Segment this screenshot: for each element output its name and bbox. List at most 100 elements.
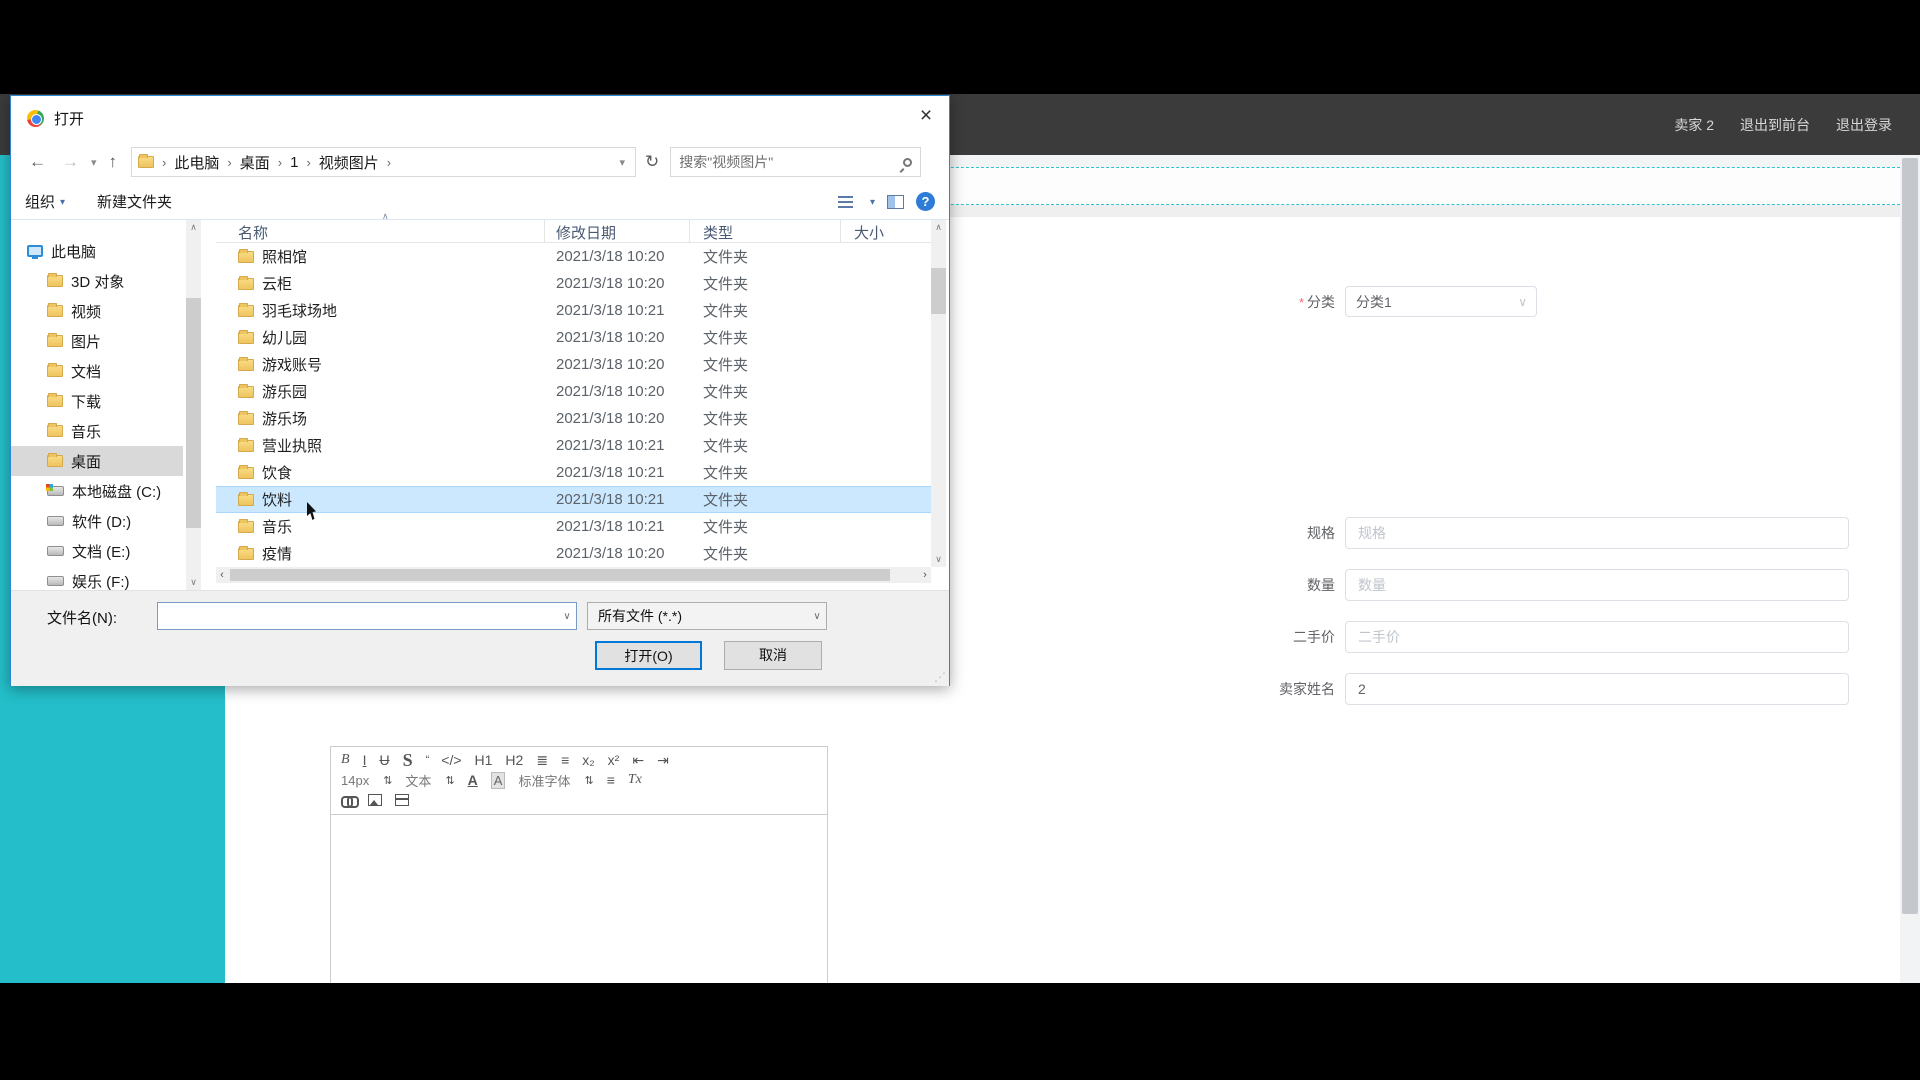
exit-to-front-link[interactable]: 退出到前台 [1740, 115, 1810, 135]
column-name[interactable]: 名称 [238, 222, 268, 243]
scroll-up-icon[interactable]: ∧ [931, 220, 946, 235]
file-row[interactable]: 游乐场 2021/3/18 10:20 文件夹 [216, 405, 931, 432]
field-input[interactable] [1345, 569, 1849, 601]
breadcrumb-item[interactable]: 1 [290, 154, 298, 171]
sidebar-item[interactable]: 3D 对象 [11, 266, 183, 296]
file-row[interactable]: 羽毛球场地 2021/3/18 10:21 文件夹 [216, 297, 931, 324]
editor-format-button[interactable]: H1 [475, 751, 493, 769]
breadcrumb-item[interactable]: 此电脑 [174, 152, 219, 173]
file-row[interactable]: 照相馆 2021/3/18 10:20 文件夹 [216, 243, 931, 270]
text-color-button[interactable]: A [468, 772, 478, 788]
editor-format-button[interactable]: </> [441, 751, 461, 769]
editor-format-button[interactable]: H2 [505, 751, 523, 769]
column-date[interactable]: 修改日期 [556, 222, 616, 243]
category-select[interactable]: 分类1 ∨ [1345, 286, 1537, 317]
scroll-down-icon[interactable]: ∨ [931, 552, 946, 567]
editor-format-button[interactable]: ⇥ [657, 751, 669, 769]
organize-button[interactable]: 组织 [25, 191, 55, 212]
file-row[interactable]: 幼儿园 2021/3/18 10:20 文件夹 [216, 324, 931, 351]
back-button[interactable]: ← [21, 152, 54, 172]
image-icon[interactable] [368, 794, 382, 806]
address-bar[interactable]: › 此电脑›桌面›1›视频图片› ▾ [131, 147, 636, 177]
sidebar-item[interactable]: 文档 [11, 356, 183, 386]
editor-format-button[interactable]: U [379, 751, 389, 769]
file-type-filter[interactable]: 所有文件 (*.*) ∨ [587, 602, 827, 630]
clear-format-button[interactable]: Tx [628, 771, 642, 789]
editor-format-button[interactable]: ≡ [561, 751, 569, 769]
file-row[interactable]: 音乐 2021/3/18 10:21 文件夹 [216, 513, 931, 540]
editor-format-button[interactable]: B [341, 751, 350, 769]
resize-grip[interactable]: ⋰ [934, 670, 946, 684]
scroll-up-icon[interactable]: ∧ [186, 220, 201, 235]
paragraph-select[interactable]: 文本⇅ [405, 771, 454, 790]
new-folder-button[interactable]: 新建文件夹 [97, 191, 172, 212]
refresh-icon[interactable]: ↻ [636, 152, 668, 172]
file-list-vscrollbar[interactable]: ∧ ∨ [931, 220, 946, 567]
sidebar-item[interactable]: 图片 [11, 326, 183, 356]
search-icon[interactable] [903, 158, 912, 167]
link-icon[interactable] [341, 796, 355, 804]
cancel-button[interactable]: 取消 [724, 641, 822, 670]
editor-format-button[interactable]: ⇤ [632, 751, 644, 769]
sidebar-item[interactable]: 本地磁盘 (C:) [11, 476, 183, 506]
sidebar-item[interactable]: 音乐 [11, 416, 183, 446]
sidebar-scrollbar-thumb[interactable] [186, 298, 201, 528]
sidebar-item[interactable]: 视频 [11, 296, 183, 326]
forward-button[interactable]: → [54, 152, 87, 172]
video-icon[interactable] [395, 794, 409, 806]
filename-input[interactable] [158, 608, 558, 624]
sidebar-scrollbar[interactable]: ∧ ∨ [186, 220, 201, 590]
sidebar-item[interactable]: 软件 (D:) [11, 506, 183, 536]
font-size-select[interactable]: 14px⇅ [341, 773, 392, 788]
editor-format-button[interactable]: S [403, 754, 413, 766]
editor-format-button[interactable]: x² [608, 751, 620, 769]
open-button[interactable]: 打开(O) [595, 641, 702, 670]
sidebar-item[interactable]: 桌面 [11, 446, 183, 476]
breadcrumb-item[interactable]: 视频图片 [319, 152, 379, 173]
logout-link[interactable]: 退出登录 [1836, 115, 1892, 135]
search-input[interactable] [679, 154, 903, 170]
sidebar-item[interactable]: 此电脑 [11, 236, 183, 266]
file-row[interactable]: 游戏账号 2021/3/18 10:20 文件夹 [216, 351, 931, 378]
scroll-left-icon[interactable]: ‹ [216, 569, 228, 581]
breadcrumb-item[interactable]: 桌面 [240, 152, 270, 173]
align-button[interactable]: ≡ [607, 771, 615, 789]
page-scrollbar-thumb[interactable] [1902, 158, 1918, 914]
field-input[interactable] [1345, 517, 1849, 549]
file-row[interactable]: 游乐园 2021/3/18 10:20 文件夹 [216, 378, 931, 405]
scroll-down-icon[interactable]: ∨ [186, 575, 201, 590]
editor-format-button[interactable]: x₂ [582, 751, 594, 769]
field-input[interactable] [1345, 621, 1849, 653]
highlight-color-button[interactable]: A [491, 772, 506, 789]
font-family-select[interactable]: 标准字体⇅ [518, 771, 593, 790]
file-row[interactable]: 饮食 2021/3/18 10:21 文件夹 [216, 459, 931, 486]
seller-name-link[interactable]: 卖家 2 [1674, 115, 1714, 135]
file-row[interactable]: 云柜 2021/3/18 10:20 文件夹 [216, 270, 931, 297]
chevron-down-icon[interactable]: ∨ [558, 611, 576, 622]
column-type[interactable]: 类型 [703, 222, 733, 243]
file-row[interactable]: 营业执照 2021/3/18 10:21 文件夹 [216, 432, 931, 459]
editor-format-button[interactable]: “ [426, 751, 429, 769]
file-list-hscrollbar[interactable]: ‹ › [216, 567, 931, 583]
view-mode-caret-icon[interactable]: ▾ [870, 197, 875, 208]
sidebar-item[interactable]: 文档 (E:) [11, 536, 183, 566]
up-button[interactable]: ↑ [101, 152, 126, 172]
hscrollbar-thumb[interactable] [230, 569, 890, 581]
editor-format-button[interactable]: I [363, 751, 367, 769]
file-row[interactable]: 疫情 2021/3/18 10:20 文件夹 [216, 540, 931, 567]
address-dropdown-icon[interactable]: ▾ [616, 156, 630, 169]
vscrollbar-thumb[interactable] [931, 268, 946, 314]
close-icon[interactable]: × [903, 96, 949, 136]
history-dropdown-icon[interactable]: ▾ [87, 156, 101, 169]
field-input[interactable] [1345, 673, 1849, 705]
scroll-right-icon[interactable]: › [919, 569, 931, 581]
column-size[interactable]: 大小 [854, 222, 884, 243]
view-mode-icon[interactable] [838, 196, 853, 208]
sidebar-item[interactable]: 下载 [11, 386, 183, 416]
dialog-titlebar[interactable]: 打开 × [11, 96, 949, 140]
help-icon[interactable]: ? [916, 192, 935, 211]
editor-format-button[interactable]: ≣ [536, 751, 548, 769]
preview-pane-icon[interactable] [887, 195, 904, 209]
page-scrollbar[interactable] [1900, 155, 1920, 983]
file-row[interactable]: 饮料 2021/3/18 10:21 文件夹 [216, 486, 931, 513]
